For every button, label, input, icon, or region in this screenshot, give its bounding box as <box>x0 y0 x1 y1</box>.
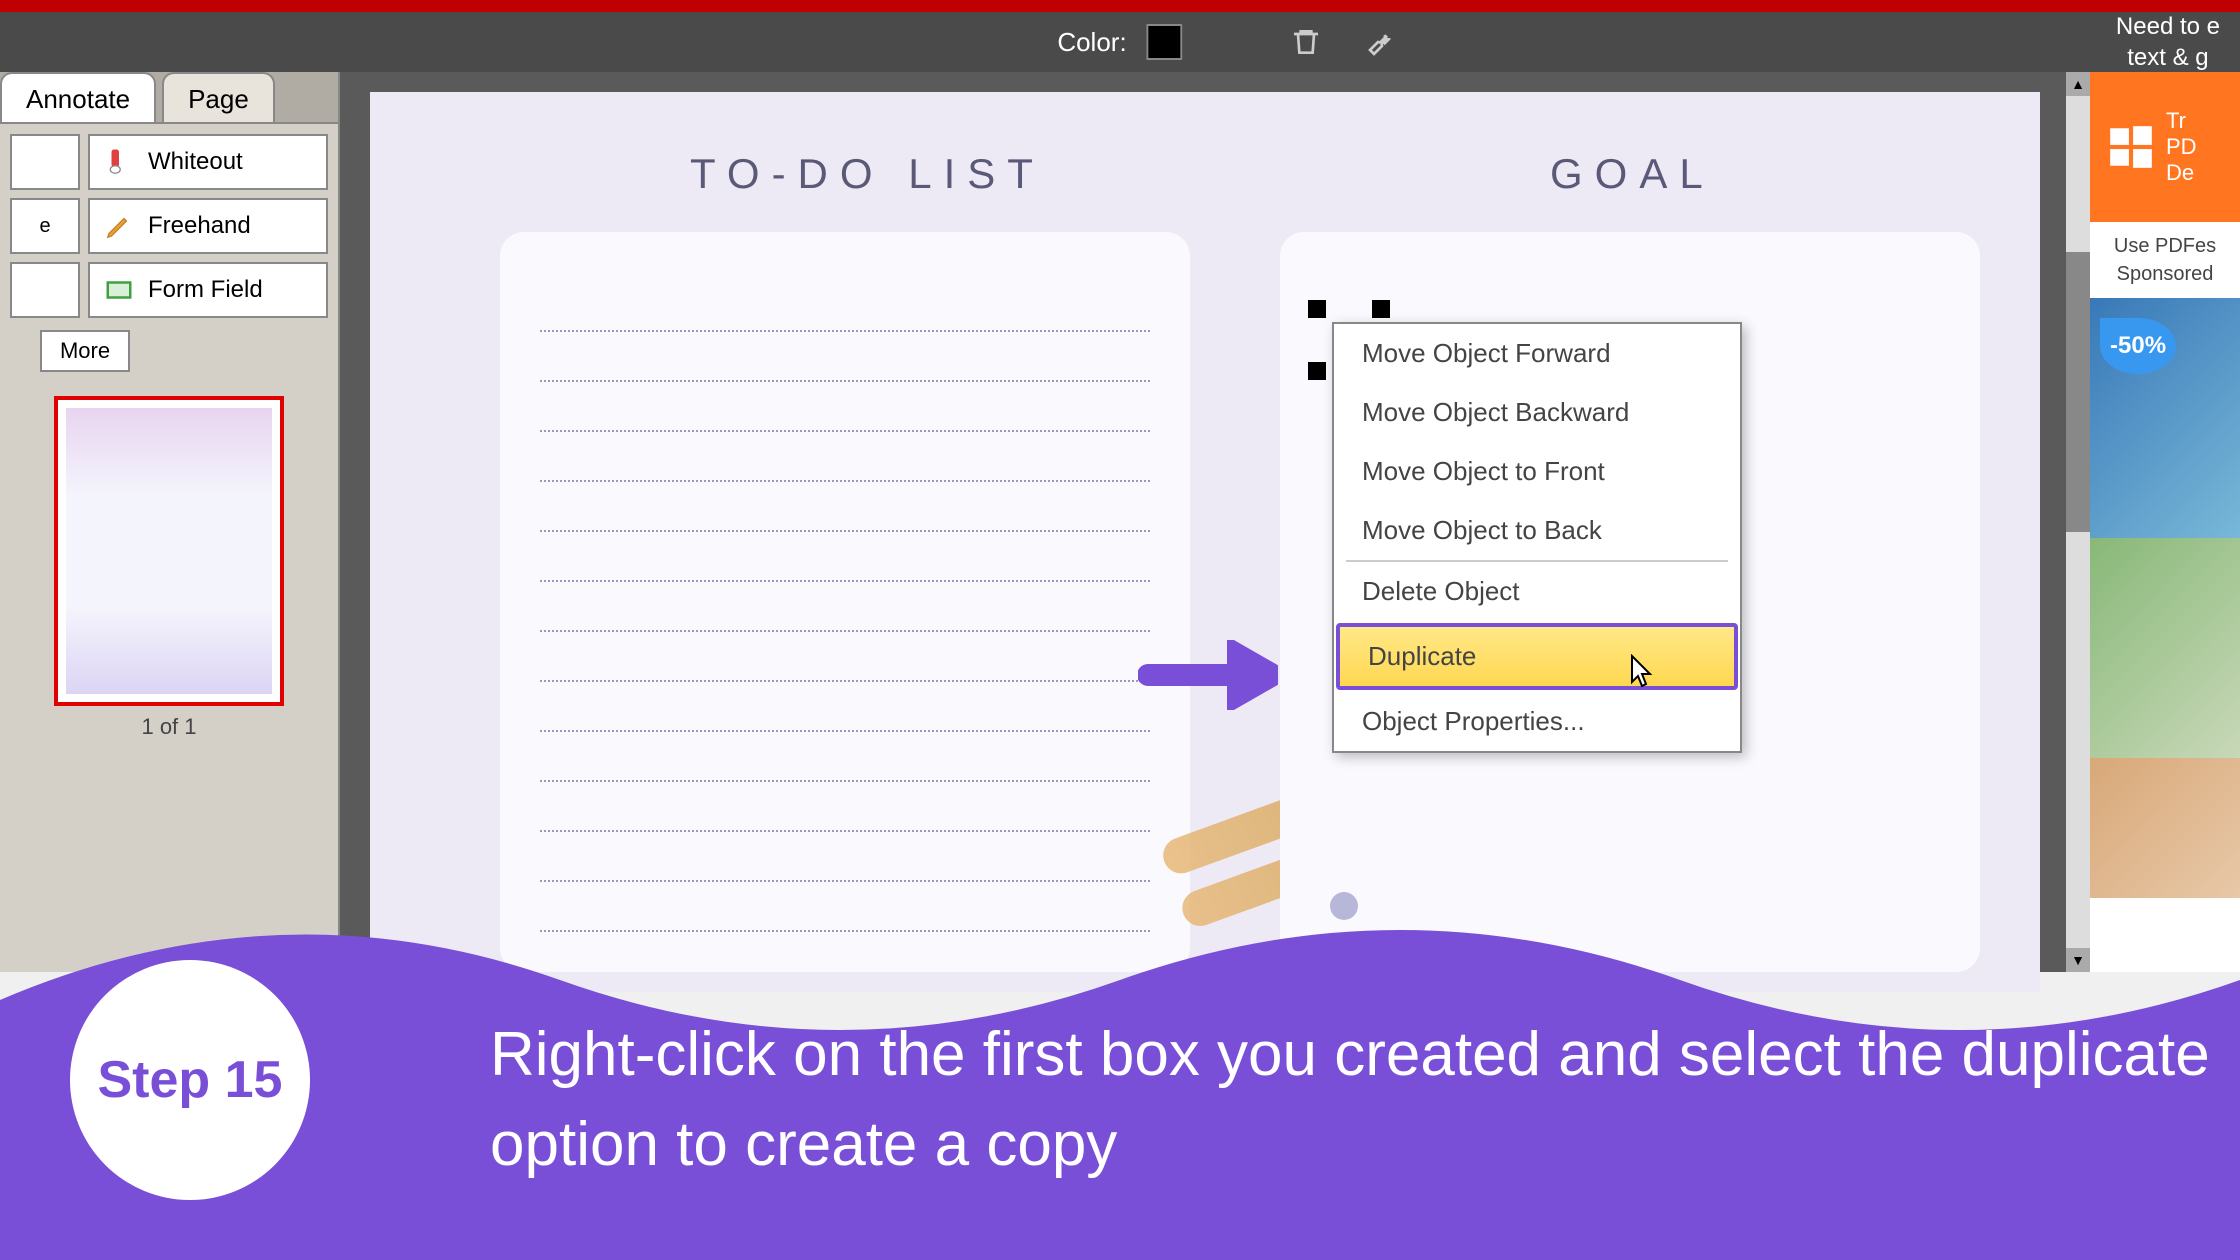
toolbar: Color: Need to e text & g <box>0 12 2240 72</box>
promo-line1: Tr <box>2166 108 2197 134</box>
canvas-page[interactable]: TO-DO LIST GOAL <box>370 92 2040 992</box>
formfield-icon <box>104 275 134 305</box>
tool-empty-3[interactable] <box>10 262 80 318</box>
todo-line <box>540 682 1150 732</box>
whiteout-icon <box>104 147 134 177</box>
menu-properties[interactable]: Object Properties... <box>1334 692 1740 751</box>
todo-line <box>540 632 1150 682</box>
tool-empty-1[interactable] <box>10 134 80 190</box>
todo-line <box>540 382 1150 432</box>
todo-line <box>540 332 1150 382</box>
todo-line <box>540 782 1150 832</box>
more-button[interactable]: More <box>40 330 130 372</box>
formfield-label: Form Field <box>148 276 263 304</box>
help-text: Need to e text & g <box>2116 11 2220 73</box>
windows-icon <box>2106 122 2156 172</box>
color-label: Color: <box>1057 27 1126 58</box>
scroll-thumb[interactable] <box>2066 252 2090 532</box>
todo-line <box>540 582 1150 632</box>
handle-top-right[interactable] <box>1372 300 1390 318</box>
instruction-arrow-icon <box>1138 640 1278 715</box>
promo-line2: PD <box>2166 134 2197 160</box>
todo-heading: TO-DO LIST <box>690 150 1045 198</box>
ad-image-2[interactable] <box>2090 538 2240 758</box>
freehand-label: Freehand <box>148 212 251 240</box>
step-circle: Step 15 <box>70 960 310 1200</box>
thumbnail-caption: 1 of 1 <box>14 714 324 740</box>
trash-icon[interactable] <box>1288 24 1324 60</box>
pencil-icon <box>104 211 134 241</box>
menu-move-backward[interactable]: Move Object Backward <box>1334 383 1740 442</box>
todo-line <box>540 432 1150 482</box>
todo-line <box>540 732 1150 782</box>
canvas-area: TO-DO LIST GOAL <box>340 72 2090 972</box>
tool-freehand[interactable]: Freehand <box>88 198 328 254</box>
todo-line <box>540 482 1150 532</box>
menu-move-front[interactable]: Move Object to Front <box>1334 442 1740 501</box>
ad-image-3[interactable] <box>2090 758 2240 898</box>
context-menu: Move Object Forward Move Object Backward… <box>1332 322 1742 753</box>
tool-empty-2[interactable]: e <box>10 198 80 254</box>
cursor-icon <box>1624 654 1656 699</box>
promo-line3: De <box>2166 160 2197 186</box>
todo-card <box>500 232 1190 972</box>
menu-move-forward[interactable]: Move Object Forward <box>1334 324 1740 383</box>
todo-line <box>540 532 1150 582</box>
tool-formfield[interactable]: Form Field <box>88 262 328 318</box>
menu-delete[interactable]: Delete Object <box>1334 562 1740 621</box>
handle-top-left[interactable] <box>1308 300 1326 318</box>
sponsor-text: Use PDFes Sponsored <box>2090 222 2240 298</box>
step-label: Step 15 <box>98 1050 283 1110</box>
top-red-bar <box>0 0 2240 12</box>
tab-annotate[interactable]: Annotate <box>0 72 156 122</box>
menu-duplicate[interactable]: Duplicate <box>1336 623 1738 690</box>
scrollbar[interactable]: ▲ ▼ <box>2066 72 2090 972</box>
discount-badge: -50% <box>2100 318 2176 374</box>
handle-bottom-left[interactable] <box>1308 362 1326 380</box>
left-panel: Annotate Page Whiteout e Freehand <box>0 72 340 972</box>
todo-line <box>540 832 1150 882</box>
instruction-text: Right-click on the first box you created… <box>490 1010 2240 1190</box>
right-sidebar: Tr PD De Use PDFes Sponsored -50% <box>2090 72 2240 972</box>
page-thumbnail[interactable] <box>54 396 284 706</box>
todo-line <box>540 282 1150 332</box>
scroll-up-icon[interactable]: ▲ <box>2066 72 2090 96</box>
instruction-banner: Step 15 Right-click on the first box you… <box>0 880 2240 1260</box>
tool-whiteout[interactable]: Whiteout <box>88 134 328 190</box>
tab-page[interactable]: Page <box>162 72 275 122</box>
menu-move-back[interactable]: Move Object to Back <box>1334 501 1740 560</box>
whiteout-label: Whiteout <box>148 148 243 176</box>
color-swatch[interactable] <box>1147 24 1183 60</box>
goal-heading: GOAL <box>1550 150 1715 198</box>
ad-image-1[interactable]: -50% <box>2090 298 2240 538</box>
wrench-icon[interactable] <box>1364 24 1400 60</box>
promo-box[interactable]: Tr PD De <box>2090 72 2240 222</box>
